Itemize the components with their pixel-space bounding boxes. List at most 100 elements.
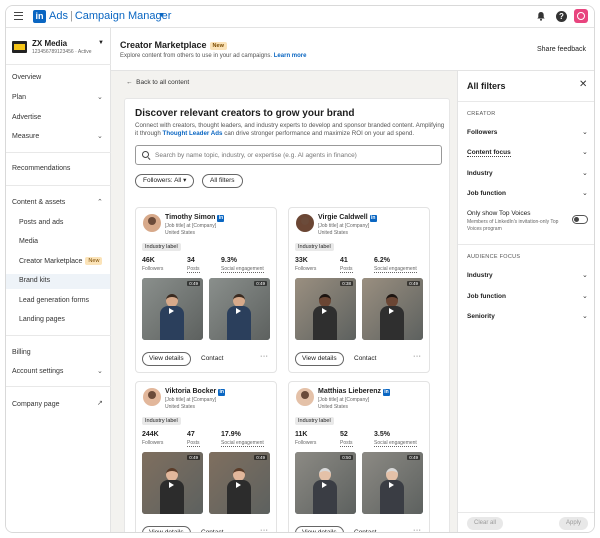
help-icon[interactable]: ? [556,11,567,22]
sidebar-item-company-page[interactable]: Company page [12,401,59,408]
chevron-down-icon[interactable]: ⌄ [582,128,588,136]
play-icon[interactable] [236,308,241,314]
back-link[interactable]: ← Back to all content [126,79,189,86]
more-options-icon[interactable]: ··· [260,353,269,360]
section-creator: CREATOR [467,111,496,117]
play-icon[interactable] [322,482,327,488]
contact-button[interactable]: Contact [201,529,223,532]
creator-avatar[interactable] [143,214,161,232]
play-icon[interactable] [322,308,327,314]
creator-card[interactable]: Timothy Simon in [Job title] at [Company]… [135,207,277,373]
more-options-icon[interactable]: ··· [413,353,422,360]
creator-card[interactable]: Virgie Caldwell in [Job title] at [Compan… [288,207,430,373]
filter-content-focus[interactable]: Content focus [467,149,511,157]
bell-icon[interactable] [536,11,546,21]
all-filters-pill[interactable]: All filters [202,174,243,188]
chevron-down-icon[interactable]: ⌄ [582,312,588,320]
sidebar-item-posts-ads[interactable]: Posts and ads [19,219,63,226]
clear-all-button[interactable]: Clear all [467,517,504,530]
video-thumbnail[interactable]: 0:38 [295,278,356,340]
more-options-icon[interactable]: ··· [413,527,422,532]
play-icon[interactable] [389,482,394,488]
sidebar-item-measure[interactable]: Measure [12,133,39,140]
creator-avatar[interactable] [296,214,314,232]
apply-button[interactable]: Apply [559,517,589,530]
sidebar-item-creator-marketplace[interactable]: Creator Marketplace New [19,257,103,265]
video-thumbnail[interactable]: 0:49 [362,278,423,340]
contact-button[interactable]: Contact [201,355,223,362]
sidebar-item-recommendations[interactable]: Recommendations [12,165,70,172]
creator-name[interactable]: Virgie Caldwell in [318,214,377,222]
creator-card[interactable]: Viktoria Bocker in [Job title] at [Compan… [135,381,277,532]
close-icon[interactable]: ✕ [579,79,587,90]
top-voices-toggle[interactable] [572,215,588,224]
chevron-down-icon[interactable]: ⌄ [97,93,103,101]
filter-industry[interactable]: Industry [467,170,493,177]
sidebar-item-content-assets[interactable]: Content & assets [12,199,65,206]
menu-icon[interactable] [14,12,23,20]
sidebar-item-overview[interactable]: Overview [12,74,41,81]
sidebar-item-lead-gen[interactable]: Lead generation forms [19,297,89,304]
linkedin-logo-icon[interactable]: in [33,10,46,23]
video-thumbnail[interactable]: 0:50 [295,452,356,514]
play-icon[interactable] [389,308,394,314]
brand-campaign-manager: Campaign Manager [74,10,172,22]
play-icon[interactable] [236,482,241,488]
sidebar-item-account-settings[interactable]: Account settings [12,368,63,375]
chevron-down-icon[interactable]: ⌄ [97,367,103,375]
sidebar-item-billing[interactable]: Billing [12,349,31,356]
pill-label: Followers: All [143,177,182,184]
play-icon[interactable] [169,482,174,488]
creator-name[interactable]: Matthias Lieberenz in [318,388,391,396]
sidebar-item-landing-pages[interactable]: Landing pages [19,316,65,323]
thought-leader-ads-link[interactable]: Thought Leader Ads [163,130,223,137]
sidebar-item-advertise[interactable]: Advertise [12,114,41,121]
creator-avatar[interactable] [143,388,161,406]
video-thumbnail[interactable]: 0:49 [209,452,270,514]
chevron-down-icon[interactable]: ⌄ [582,271,588,279]
share-feedback-button[interactable]: Share feedback [537,46,586,53]
chevron-down-icon[interactable]: ▼ [158,12,165,19]
page-title-text: Creator Marketplace [120,40,207,50]
contact-button[interactable]: Contact [354,529,376,532]
followers-filter-pill[interactable]: Followers: All ▾ [135,174,195,188]
chevron-down-icon[interactable]: ⌄ [97,132,103,140]
filter-seniority[interactable]: Seniority [467,313,495,320]
new-badge: New [209,42,227,50]
account-name[interactable]: ZX Media [32,39,67,48]
play-icon[interactable] [169,308,174,314]
filter-followers[interactable]: Followers [467,129,497,136]
chevron-down-icon[interactable]: ⌄ [582,292,588,300]
creator-card[interactable]: Matthias Lieberenz in [Job title] at [Com… [288,381,430,532]
chevron-down-icon[interactable]: ⌄ [582,169,588,177]
filter-audience-industry[interactable]: Industry [467,272,493,279]
creator-name[interactable]: Timothy Simon in [165,214,225,222]
view-details-button[interactable]: View details [295,526,344,532]
user-avatar[interactable] [574,9,588,23]
contact-button[interactable]: Contact [354,355,376,362]
video-thumbnail[interactable]: 0:49 [209,278,270,340]
sidebar-item-plan[interactable]: Plan [12,94,26,101]
more-options-icon[interactable]: ··· [260,527,269,532]
video-thumbnail[interactable]: 0:49 [142,452,203,514]
filter-audience-job-function[interactable]: Job function [467,293,506,300]
view-details-button[interactable]: View details [142,352,191,366]
search-input[interactable]: Search by name topic, industry, or exper… [135,145,442,165]
sidebar-item-brand-kits[interactable]: Brand kits [19,277,50,284]
view-details-button[interactable]: View details [295,352,344,366]
filter-job-function[interactable]: Job function [467,190,506,197]
chevron-up-icon[interactable]: ⌃ [97,198,103,206]
video-thumbnail[interactable]: 0:49 [142,278,203,340]
external-link-icon[interactable]: ↗ [97,399,103,407]
sidebar-item-media[interactable]: Media [19,238,38,245]
chevron-down-icon[interactable]: ⌄ [582,148,588,156]
chevron-down-icon[interactable]: ⌄ [582,189,588,197]
creator-name[interactable]: Viktoria Bocker in [165,388,226,396]
chevron-down-icon[interactable]: ▼ [98,40,104,46]
back-link-label: Back to all content [136,79,190,86]
video-thumbnail[interactable]: 0:49 [362,452,423,514]
product-switcher[interactable]: Ads | Campaign Manager [49,10,171,22]
view-details-button[interactable]: View details [142,526,191,532]
creator-avatar[interactable] [296,388,314,406]
learn-more-link[interactable]: Learn more [274,53,307,59]
